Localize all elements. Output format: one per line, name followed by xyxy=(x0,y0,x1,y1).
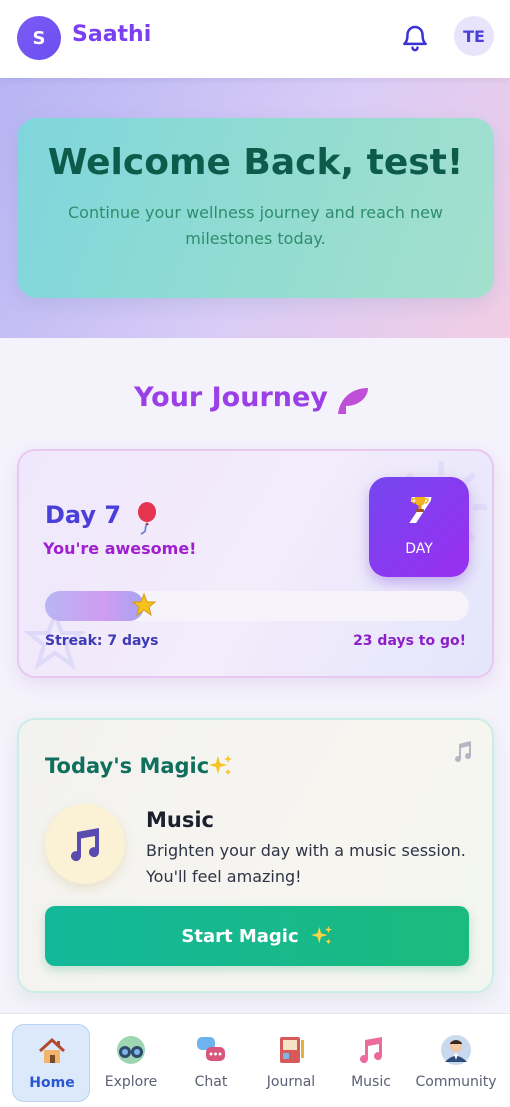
start-magic-label: Start Magic xyxy=(181,925,299,947)
start-magic-button[interactable]: Start Magic xyxy=(45,906,469,966)
nav-item-explore[interactable]: Explore xyxy=(92,1024,170,1102)
streak-text: Streak: 7 days xyxy=(45,633,159,649)
music-note-icon xyxy=(360,1037,383,1064)
day-badge-label: DAY xyxy=(405,541,433,557)
binoculars-icon xyxy=(117,1036,145,1064)
star-icon xyxy=(131,592,157,617)
bell-icon[interactable] xyxy=(400,22,430,52)
journal-icon xyxy=(280,1037,304,1063)
activity-description: Brighten your day with a music session. … xyxy=(146,841,466,886)
welcome-title: Welcome Back, test! xyxy=(47,142,464,183)
nav-item-journal[interactable]: Journal xyxy=(252,1024,330,1102)
app-logo[interactable]: S xyxy=(17,16,61,60)
music-note-icon xyxy=(71,828,100,862)
welcome-card: Welcome Back, test! Continue your wellne… xyxy=(17,118,494,298)
days-remaining-text: 23 days to go! xyxy=(353,633,466,649)
sparkles-icon xyxy=(209,755,232,775)
streak-card: Day 7 You're awesome! 7 DAY Streak: 7 da… xyxy=(17,449,494,678)
journey-progress-bar xyxy=(45,591,469,621)
journey-title-text: Your Journey xyxy=(134,382,328,413)
day-badge: 7 DAY xyxy=(369,477,469,577)
nav-item-home[interactable]: Home xyxy=(12,1024,90,1102)
bottom-navigation: Home Explore Chat Journal Music Communit… xyxy=(0,1013,510,1107)
journey-section-title: Your Journey xyxy=(0,382,510,413)
person-icon xyxy=(441,1035,471,1065)
app-header: S Saathi TE xyxy=(0,0,510,78)
welcome-subtitle: Continue your wellness journey and reach… xyxy=(67,203,444,248)
magic-title: Today's Magic xyxy=(45,754,210,778)
day-count-label: Day 7 xyxy=(45,501,122,529)
hero-banner: Welcome Back, test! Continue your wellne… xyxy=(0,78,510,338)
trophy-icon xyxy=(411,497,429,512)
nav-label-music: Music xyxy=(351,1074,391,1090)
music-activity-icon-circle xyxy=(45,804,125,884)
nav-item-community[interactable]: Community xyxy=(415,1024,497,1102)
nav-item-music[interactable]: Music xyxy=(332,1024,410,1102)
chat-bubbles-icon xyxy=(197,1037,225,1061)
home-icon xyxy=(38,1037,66,1063)
user-avatar[interactable]: TE xyxy=(454,16,494,56)
sparkles-icon xyxy=(310,925,332,945)
app-name[interactable]: Saathi xyxy=(72,22,151,47)
music-notes-icon xyxy=(455,741,472,763)
nav-label-community: Community xyxy=(415,1074,497,1090)
encouragement-text: You're awesome! xyxy=(43,539,197,558)
journey-progress-fill xyxy=(45,591,144,621)
todays-magic-card: Today's Magic Music Brighten your day wi… xyxy=(17,718,494,993)
leaf-icon xyxy=(338,388,368,414)
activity-title: Music xyxy=(146,808,214,832)
balloon-icon xyxy=(138,502,156,535)
nav-item-chat[interactable]: Chat xyxy=(172,1024,250,1102)
